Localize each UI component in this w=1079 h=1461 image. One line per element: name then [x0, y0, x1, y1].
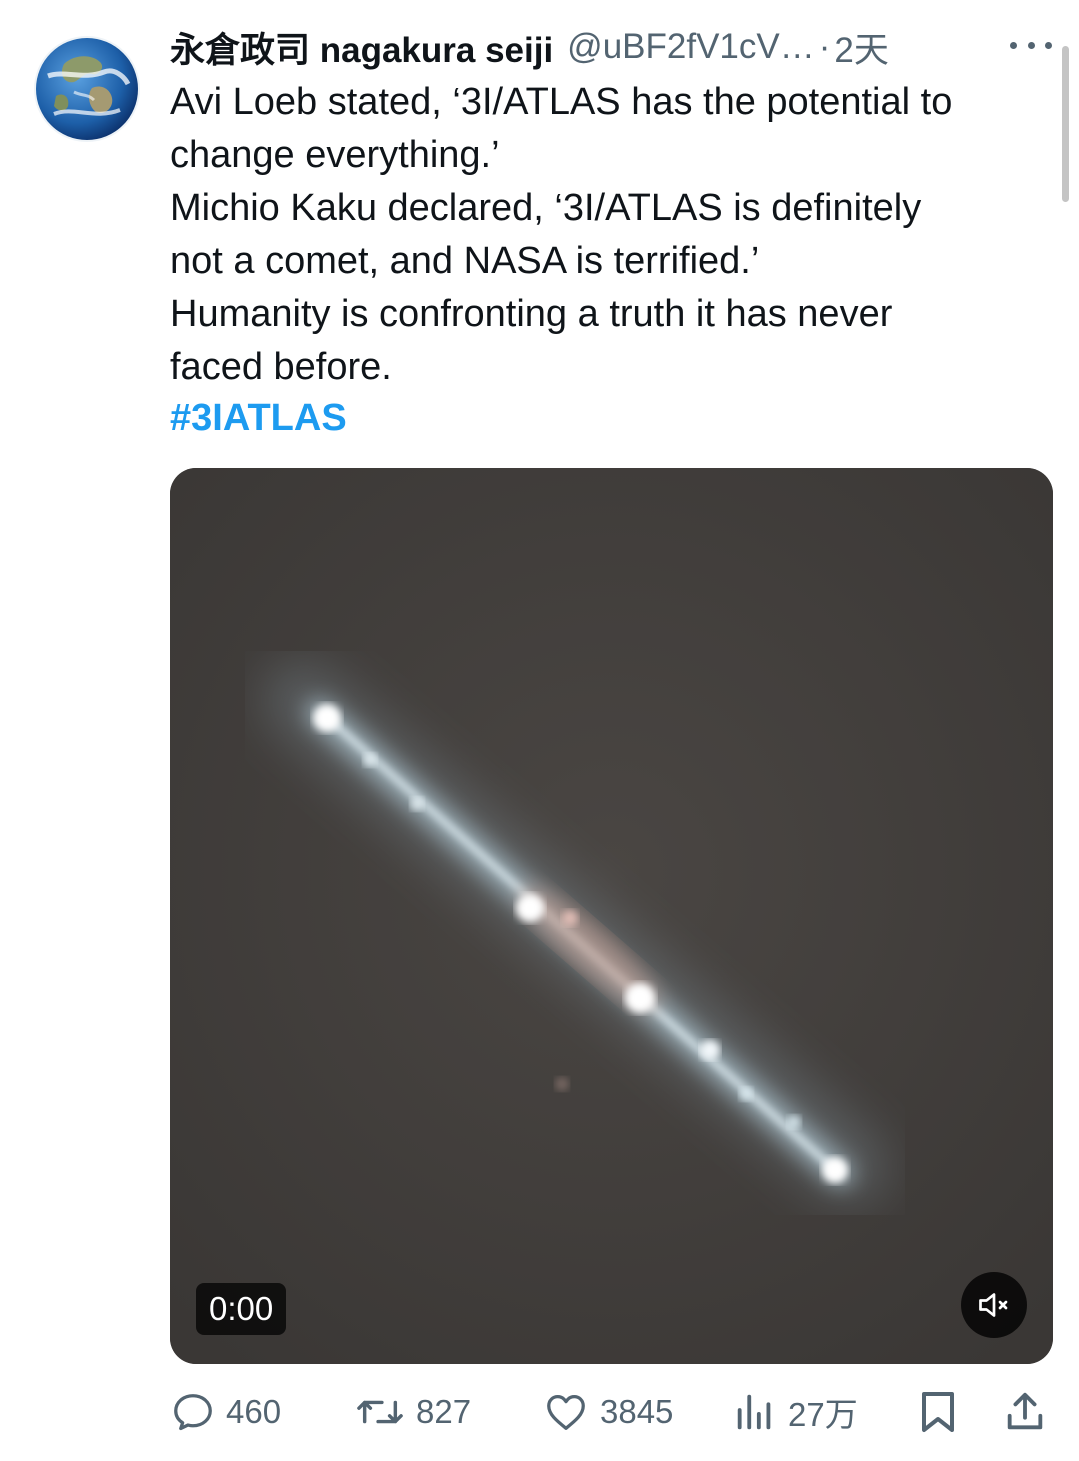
separator-dot: · [818, 27, 831, 66]
views-button[interactable]: 27万 [732, 1380, 858, 1444]
tweet-header: 永倉政司 nagakura seiji @uBF2fV1cV… · 2天 [170, 22, 980, 72]
video-frame [170, 468, 1053, 1364]
reply-icon [174, 1394, 212, 1431]
reply-button[interactable]: 460 [170, 1380, 281, 1444]
bookmark-button[interactable] [916, 1380, 960, 1444]
tweet-text-line: Humanity is confronting a truth it has n… [170, 293, 893, 335]
speaker-muted-icon [979, 1293, 1008, 1317]
display-name[interactable]: 永倉政司 nagakura seiji [170, 22, 553, 73]
like-count: 3845 [600, 1393, 674, 1430]
tweet-text-line: change everything.’ [170, 134, 500, 176]
tweet-text-line: not a comet, and NASA is terrified.’ [170, 240, 760, 282]
more-options-icon[interactable] [1010, 30, 1052, 60]
tweet-text-line: Avi Loeb stated, ‘3I/ATLAS has the poten… [170, 81, 953, 123]
earth-globe-icon [36, 38, 138, 140]
retweet-count: 827 [416, 1393, 472, 1430]
like-button[interactable]: 3845 [542, 1380, 673, 1444]
video-player[interactable]: 0:00 [170, 468, 1053, 1364]
reply-count: 460 [226, 1393, 282, 1430]
tweet-text: Avi Loeb stated, ‘3I/ATLAS has the poten… [170, 76, 1050, 394]
tweet-text-line: Michio Kaku declared, ‘3I/ATLAS is defin… [170, 187, 922, 229]
mute-button[interactable] [961, 1272, 1027, 1338]
more-dot [1045, 41, 1052, 49]
hashtag-link[interactable]: #3IATLAS [170, 392, 347, 445]
views-chart-icon [737, 1394, 771, 1430]
retweet-button[interactable]: 827 [354, 1380, 471, 1444]
more-dot [1027, 41, 1035, 49]
share-button[interactable] [1002, 1380, 1048, 1444]
retweet-icon [357, 1400, 403, 1424]
tweet-action-bar: 460 827 3845 27万 [168, 1380, 1058, 1444]
tweet-text-line: faced before. [170, 346, 392, 388]
more-dot [1010, 41, 1017, 49]
views-count: 27万 [788, 1396, 858, 1433]
scrollbar-thumb[interactable] [1062, 46, 1069, 202]
user-handle[interactable]: @uBF2fV1cV… [567, 27, 815, 67]
tweet-timestamp[interactable]: 2天 [834, 22, 888, 73]
avatar[interactable] [34, 36, 140, 142]
share-icon [1007, 1392, 1043, 1430]
heart-icon [547, 1395, 585, 1430]
bookmark-icon [922, 1392, 954, 1432]
video-timer: 0:00 [196, 1283, 287, 1335]
